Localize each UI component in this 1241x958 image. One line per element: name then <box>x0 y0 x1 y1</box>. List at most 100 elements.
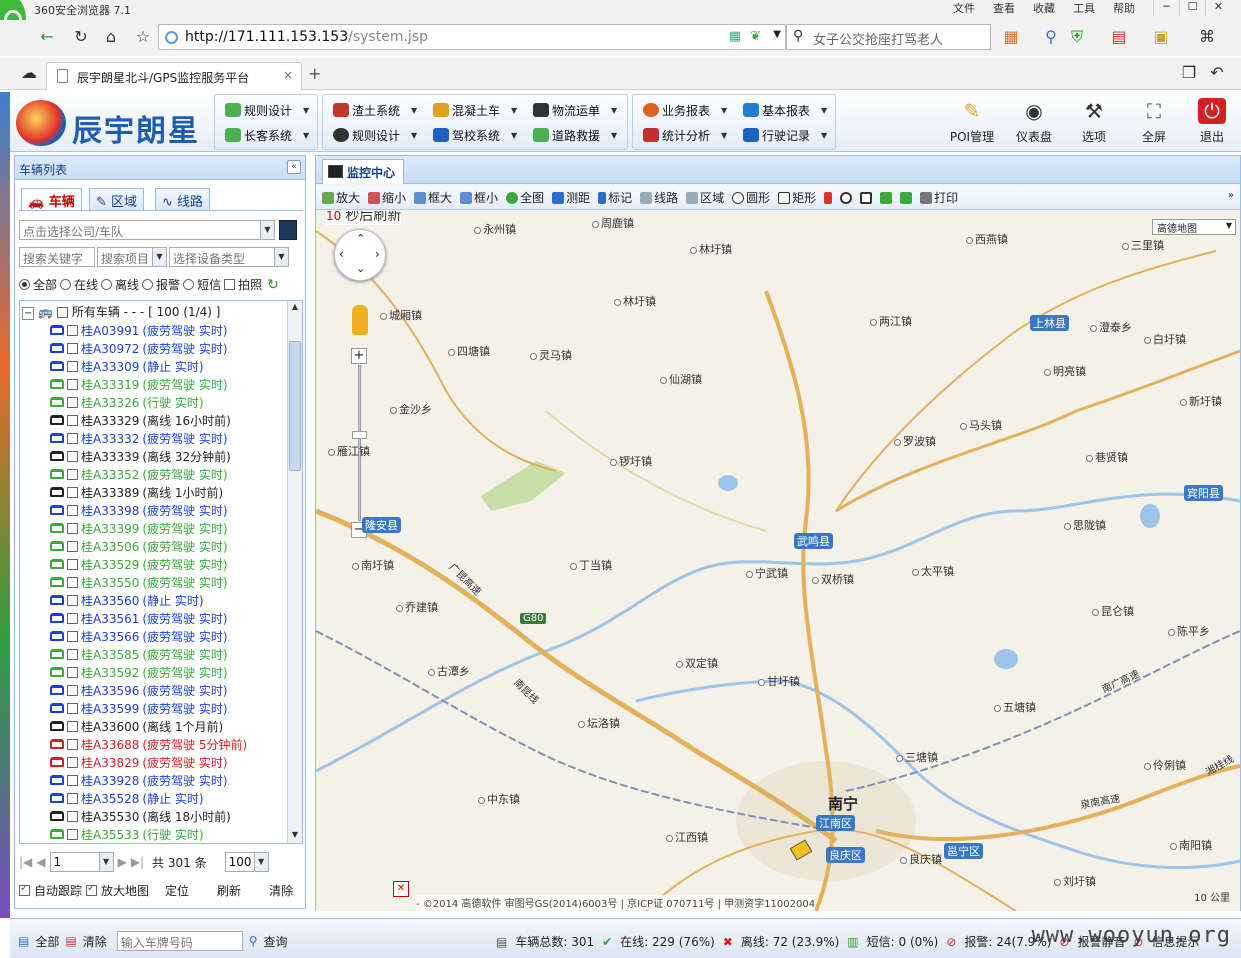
vehicle-row[interactable]: 桂A33506 (疲劳驾驶 实时) <box>50 537 247 555</box>
vehicle-checkbox[interactable] <box>67 612 78 624</box>
rectangle-tool[interactable]: 矩形 <box>778 189 816 206</box>
browser-tab[interactable]: 辰宇朗星北斗/GPS监控服务平台 × <box>46 62 302 90</box>
search-item-select[interactable]: 搜索项目 ▼ <box>97 247 167 267</box>
vehicle-checkbox[interactable] <box>67 630 78 642</box>
new-tab-button[interactable]: + <box>308 64 321 83</box>
tab-monitor-center[interactable]: 监控中心 <box>322 159 405 184</box>
poi-button[interactable]: ✎ POI管理 <box>944 98 1000 148</box>
scroll-up-icon[interactable]: ▲ <box>289 302 301 314</box>
fleet-tree-icon[interactable] <box>279 220 297 240</box>
screenshot-icon[interactable]: ▣ <box>1150 26 1172 48</box>
vehicle-checkbox[interactable] <box>67 342 78 354</box>
vehicle-row[interactable]: 桂A33585 (疲劳驾驶 实时) <box>50 645 247 663</box>
pan-up-icon[interactable]: ⌃ <box>356 232 365 245</box>
box-zoom-in-tool[interactable]: 框大 <box>414 189 452 206</box>
dropdown-icon[interactable]: ▼ <box>773 29 781 40</box>
pan-left-icon[interactable]: ‹ <box>339 247 344 261</box>
vehicle-row[interactable]: 桂A33398 (疲劳驾驶 实时) <box>50 501 247 519</box>
menu-statistics[interactable]: 统计分析 ▼ <box>643 124 727 146</box>
vehicle-row[interactable]: 桂A33319 (疲劳驾驶 实时) <box>50 375 247 393</box>
vehicle-checkbox[interactable] <box>67 540 78 552</box>
vehicle-checkbox[interactable] <box>67 522 78 534</box>
menu-road-rescue[interactable]: 道路救援 ▼ <box>533 124 617 146</box>
close-icon[interactable]: ✕ <box>393 881 409 897</box>
tree-scrollbar[interactable]: ▲ ▼ <box>287 301 302 843</box>
pan-down-icon[interactable]: ⌄ <box>356 262 365 275</box>
refresh-button[interactable]: 刷新 <box>217 882 241 899</box>
vehicle-row[interactable]: 桂A35528 (静止 实时) <box>50 789 247 807</box>
area-tool[interactable]: 区域 <box>686 189 724 206</box>
vehicle-row[interactable]: 桂A35533 (行驶 实时) <box>50 825 247 843</box>
chevron-down-icon[interactable]: ▼ <box>260 221 274 239</box>
vehicle-checkbox[interactable] <box>67 720 78 732</box>
page-size-select[interactable]: 100 ▼ <box>224 852 269 872</box>
import-tool[interactable] <box>900 191 913 204</box>
vehicle-checkbox[interactable] <box>67 666 78 678</box>
reload-icon[interactable]: ↻ <box>70 26 92 48</box>
vehicle-row[interactable]: 桂A33389 (离线 1小时前) <box>50 483 247 501</box>
magnifier-icon[interactable]: ⚲ <box>1040 26 1062 48</box>
vehicle-checkbox[interactable] <box>67 810 78 822</box>
apps-icon[interactable]: ▦ <box>1000 26 1022 48</box>
translate-icon[interactable]: ▤ <box>1108 26 1130 48</box>
company-select[interactable]: 点击选择公司/车队 ▼ <box>19 220 275 240</box>
vehicle-checkbox[interactable] <box>67 774 78 786</box>
vehicle-row[interactable]: 桂A33592 (疲劳驾驶 实时) <box>50 663 247 681</box>
grid-tool[interactable] <box>860 191 873 204</box>
clear-button[interactable]: 清除 <box>83 933 107 950</box>
tab-close-icon[interactable]: × <box>283 68 293 82</box>
toolbar-more-icon[interactable]: » <box>1228 190 1234 201</box>
vehicle-row[interactable]: 桂A33928 (疲劳驾驶 实时) <box>50 771 247 789</box>
shield-icon[interactable]: ⛨ <box>1066 26 1088 48</box>
vehicle-checkbox[interactable] <box>67 504 78 516</box>
pan-control[interactable]: ⌃ ⌄ ‹ › <box>334 229 386 281</box>
vehicle-row[interactable]: 桂A33599 (疲劳驾驶 实时) <box>50 699 247 717</box>
back-icon[interactable]: ← <box>36 26 58 48</box>
pushpin-tool[interactable] <box>824 191 833 204</box>
search-text[interactable]: 女子公交抢座打骂老人 <box>813 29 943 48</box>
chevron-down-icon[interactable]: ▼ <box>274 248 288 266</box>
vehicle-row[interactable]: 桂A03991 (疲劳驾驶 实时) <box>50 321 247 339</box>
menu-business-report[interactable]: 业务报表 ▼ <box>643 99 727 121</box>
prev-page-icon[interactable]: ◀ <box>36 855 45 869</box>
address-bar[interactable]: http://171.111.153.153/system.jsp ▦ ❦ ▼ <box>158 24 786 50</box>
vehicle-checkbox[interactable] <box>67 576 78 588</box>
close-window-button[interactable]: ✕ <box>1205 0 1231 16</box>
menu-file[interactable]: 文件 <box>953 0 975 16</box>
export-tool[interactable] <box>880 191 893 204</box>
expand-icon[interactable]: − <box>22 307 35 320</box>
chevron-down-icon[interactable]: ▼ <box>152 248 166 266</box>
map-canvas[interactable]: 10 秒后刷新 高德地图 ▼ ⌃ ⌄ ‹ › + − 永州镇 周鹿镇 林圩镇 西燕镇 三里镇… <box>316 211 1240 911</box>
vehicle-checkbox[interactable] <box>67 738 78 750</box>
vehicle-checkbox[interactable] <box>67 414 78 426</box>
menu-logistics[interactable]: 物流运单 ▼ <box>533 99 617 121</box>
scrollbar-thumb[interactable] <box>289 341 301 471</box>
vehicle-checkbox[interactable] <box>67 684 78 696</box>
tab-vehicles[interactable]: 🚗 车辆 <box>21 188 82 210</box>
next-page-icon[interactable]: ▶ <box>118 855 127 869</box>
target-tool[interactable] <box>840 191 853 204</box>
chevron-down-icon[interactable]: ▼ <box>253 853 268 871</box>
pan-right-icon[interactable]: › <box>375 247 380 261</box>
vehicle-row[interactable]: 桂A33550 (疲劳驾驶 实时) <box>50 573 247 591</box>
vehicle-row[interactable]: 桂A30972 (疲劳驾驶 实时) <box>50 339 247 357</box>
url-text[interactable]: http://171.111.153.153/system.jsp <box>185 29 428 45</box>
first-page-icon[interactable]: |◀ <box>19 855 32 869</box>
measure-tool[interactable]: 测距 <box>552 189 590 206</box>
minimize-button[interactable]: ─ <box>1153 0 1179 16</box>
full-extent-tool[interactable]: 全图 <box>506 189 544 206</box>
gamepad-icon[interactable]: ⌘ <box>1196 26 1218 48</box>
vehicle-checkbox[interactable] <box>67 378 78 390</box>
filter-alarm-radio[interactable] <box>142 279 154 290</box>
vehicle-row[interactable]: 桂A33309 (静止 实时) <box>50 357 247 375</box>
vehicle-row[interactable]: 桂A33600 (离线 1个月前) <box>50 717 247 735</box>
locate-button[interactable]: 定位 <box>165 882 189 899</box>
options-button[interactable]: ⚒ 选项 <box>1066 98 1122 148</box>
filter-offline-radio[interactable] <box>101 279 113 290</box>
vehicle-row[interactable]: 桂A33688 (疲劳驾驶 5分钟前) <box>50 735 247 753</box>
vehicle-row[interactable]: 桂A33329 (离线 16小时前) <box>50 411 247 429</box>
vehicle-checkbox[interactable] <box>67 648 78 660</box>
vehicle-checkbox[interactable] <box>67 702 78 714</box>
zoom-in-tool[interactable]: 放大 <box>322 189 360 206</box>
tab-list-icon[interactable]: ❐ <box>1178 62 1200 84</box>
